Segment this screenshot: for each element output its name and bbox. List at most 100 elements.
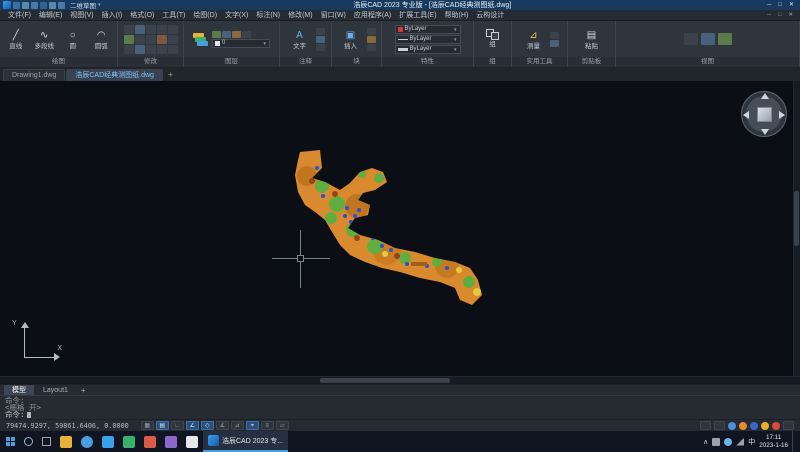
search-button[interactable] bbox=[20, 431, 37, 452]
mirror-tool-icon[interactable] bbox=[156, 24, 167, 34]
visual-style-icon[interactable] bbox=[717, 33, 732, 45]
color-dropdown[interactable]: ByLayer ▼ bbox=[394, 24, 461, 34]
menu-cloud-design[interactable]: 云构设计 bbox=[472, 10, 508, 21]
new-file-icon[interactable] bbox=[13, 1, 20, 9]
cad-taskbar-button[interactable]: 浩辰CAD 2023 专... bbox=[203, 431, 289, 452]
network-icon[interactable] bbox=[736, 437, 745, 446]
extend-tool-icon[interactable] bbox=[134, 34, 145, 44]
doc-close-button[interactable]: ✕ bbox=[785, 10, 796, 21]
horizontal-scrollbar-thumb[interactable] bbox=[320, 378, 450, 383]
menu-insert[interactable]: 插入(I) bbox=[98, 10, 127, 21]
antivirus-tray-icon[interactable] bbox=[712, 437, 721, 446]
feedback-icon[interactable] bbox=[761, 421, 769, 430]
media-button[interactable] bbox=[140, 431, 160, 452]
layer-dropdown[interactable]: 0 ▼ bbox=[212, 38, 270, 48]
cloud-service-icon[interactable] bbox=[728, 421, 736, 430]
compass-west-pointer[interactable] bbox=[743, 111, 749, 119]
group-panel-label[interactable]: 组 bbox=[474, 57, 511, 67]
insert-block-button[interactable]: ▣ 插入 bbox=[338, 28, 364, 51]
text-tool-button[interactable]: A 文字 bbox=[287, 28, 313, 51]
menu-express[interactable]: 扩展工具(E) bbox=[395, 10, 440, 21]
help-center-icon[interactable] bbox=[739, 421, 747, 430]
workspace-selector[interactable]: 二维草图 bbox=[70, 0, 96, 10]
show-desktop-button[interactable] bbox=[792, 431, 796, 452]
settings-button[interactable] bbox=[161, 431, 181, 452]
named-views-icon[interactable] bbox=[700, 33, 715, 45]
osnap-toggle[interactable]: ◇ bbox=[200, 421, 214, 430]
maximize-button[interactable]: □ bbox=[775, 0, 785, 10]
quick-select-icon[interactable] bbox=[549, 31, 559, 39]
start-button[interactable] bbox=[2, 431, 19, 452]
print-icon[interactable] bbox=[40, 1, 47, 9]
measure-button[interactable]: ⊿ 测量 bbox=[521, 28, 547, 51]
block-panel-label[interactable]: 块 bbox=[332, 57, 381, 67]
doc-tab-active[interactable]: 浩辰CAD经典测图纸.dwg bbox=[66, 69, 163, 81]
layer-on-icon[interactable] bbox=[212, 30, 221, 38]
break-tool-icon[interactable] bbox=[156, 44, 167, 54]
compass-east-pointer[interactable] bbox=[779, 111, 785, 119]
leader-tool-icon[interactable] bbox=[315, 35, 325, 43]
cloud-tray-icon[interactable] bbox=[724, 437, 733, 446]
copy-tool-icon[interactable] bbox=[134, 24, 145, 34]
app-logo-icon[interactable] bbox=[3, 1, 11, 9]
view-panel-label[interactable]: 视图 bbox=[616, 57, 799, 67]
properties-panel-label[interactable]: 特性 bbox=[382, 57, 473, 67]
menu-edit[interactable]: 编辑(E) bbox=[35, 10, 66, 21]
lineweight-dropdown[interactable]: ByLayer ▼ bbox=[394, 44, 461, 54]
layer-lock-icon[interactable] bbox=[232, 30, 241, 38]
snap-toggle[interactable]: ▦ bbox=[140, 421, 154, 430]
join-tool-icon[interactable] bbox=[167, 44, 178, 54]
menu-modify[interactable]: 修改(M) bbox=[284, 10, 317, 21]
ortho-toggle[interactable]: ∟ bbox=[170, 421, 184, 430]
transparency-toggle[interactable]: ▱ bbox=[275, 421, 289, 430]
mail-button[interactable] bbox=[98, 431, 118, 452]
otrack-toggle[interactable]: ∡ bbox=[215, 421, 229, 430]
store-button[interactable] bbox=[119, 431, 139, 452]
create-block-icon[interactable] bbox=[366, 27, 376, 35]
scale-tool-icon[interactable] bbox=[167, 24, 178, 34]
new-layout-button[interactable]: + bbox=[77, 386, 90, 395]
new-document-button[interactable]: + bbox=[164, 69, 177, 81]
layers-panel-label[interactable]: 图层 bbox=[184, 57, 279, 67]
group-button[interactable]: 组 bbox=[480, 29, 506, 49]
menu-help[interactable]: 帮助(H) bbox=[441, 10, 473, 21]
clipboard-panel-label[interactable]: 剪贴板 bbox=[568, 57, 615, 67]
vertical-scrollbar[interactable] bbox=[793, 81, 800, 376]
dimension-tool-icon[interactable] bbox=[315, 27, 325, 35]
doc-minimize-button[interactable]: ─ bbox=[764, 10, 774, 21]
paste-button[interactable]: ▤ 粘贴 bbox=[579, 28, 605, 51]
file-explorer-button[interactable] bbox=[56, 431, 76, 452]
ime-indicator[interactable]: 中 bbox=[748, 437, 755, 447]
menu-application[interactable]: 应用程序(A) bbox=[350, 10, 395, 21]
dyn-toggle[interactable]: ⌖ bbox=[245, 421, 259, 430]
doc-tab-drawing1[interactable]: Drawing1.dwg bbox=[3, 69, 66, 81]
menu-draw[interactable]: 绘图(D) bbox=[189, 10, 221, 21]
polyline-tool-button[interactable]: ∿ 多段线 bbox=[32, 28, 58, 51]
move-tool-icon[interactable] bbox=[123, 24, 134, 34]
close-button[interactable]: ✕ bbox=[786, 0, 797, 10]
menu-tools[interactable]: 工具(T) bbox=[158, 10, 189, 21]
notes-button[interactable] bbox=[182, 431, 202, 452]
open-file-icon[interactable] bbox=[22, 1, 29, 9]
clean-screen-icon[interactable] bbox=[783, 421, 794, 430]
stretch-tool-icon[interactable] bbox=[145, 44, 156, 54]
view-navigation-compass[interactable] bbox=[741, 91, 787, 137]
layer-isolate-icon[interactable] bbox=[242, 30, 251, 38]
annotation-panel-label[interactable]: 注释 bbox=[280, 57, 331, 67]
id-point-icon[interactable] bbox=[549, 39, 559, 47]
menu-dimension[interactable]: 标注(N) bbox=[252, 10, 284, 21]
layout1-tab[interactable]: Layout1 bbox=[35, 385, 76, 396]
taskbar-clock[interactable]: 17:11 2023-1-16 bbox=[759, 434, 788, 449]
erase-tool-icon[interactable] bbox=[123, 44, 134, 54]
tray-expand-icon[interactable]: ∧ bbox=[703, 438, 708, 446]
table-tool-icon[interactable] bbox=[315, 43, 325, 51]
draw-panel-label[interactable]: 绘图 bbox=[0, 57, 117, 67]
menu-text[interactable]: 文字(X) bbox=[221, 10, 252, 21]
landuse-map-drawing[interactable] bbox=[287, 146, 497, 318]
grid-toggle[interactable]: ▤ bbox=[155, 421, 169, 430]
model-tab[interactable]: 模型 bbox=[4, 384, 34, 396]
browser-button[interactable] bbox=[77, 431, 97, 452]
menu-window[interactable]: 窗口(W) bbox=[317, 10, 350, 21]
line-tool-button[interactable]: ╱ 直线 bbox=[3, 28, 29, 51]
command-input-line[interactable]: 命令: bbox=[5, 411, 795, 418]
